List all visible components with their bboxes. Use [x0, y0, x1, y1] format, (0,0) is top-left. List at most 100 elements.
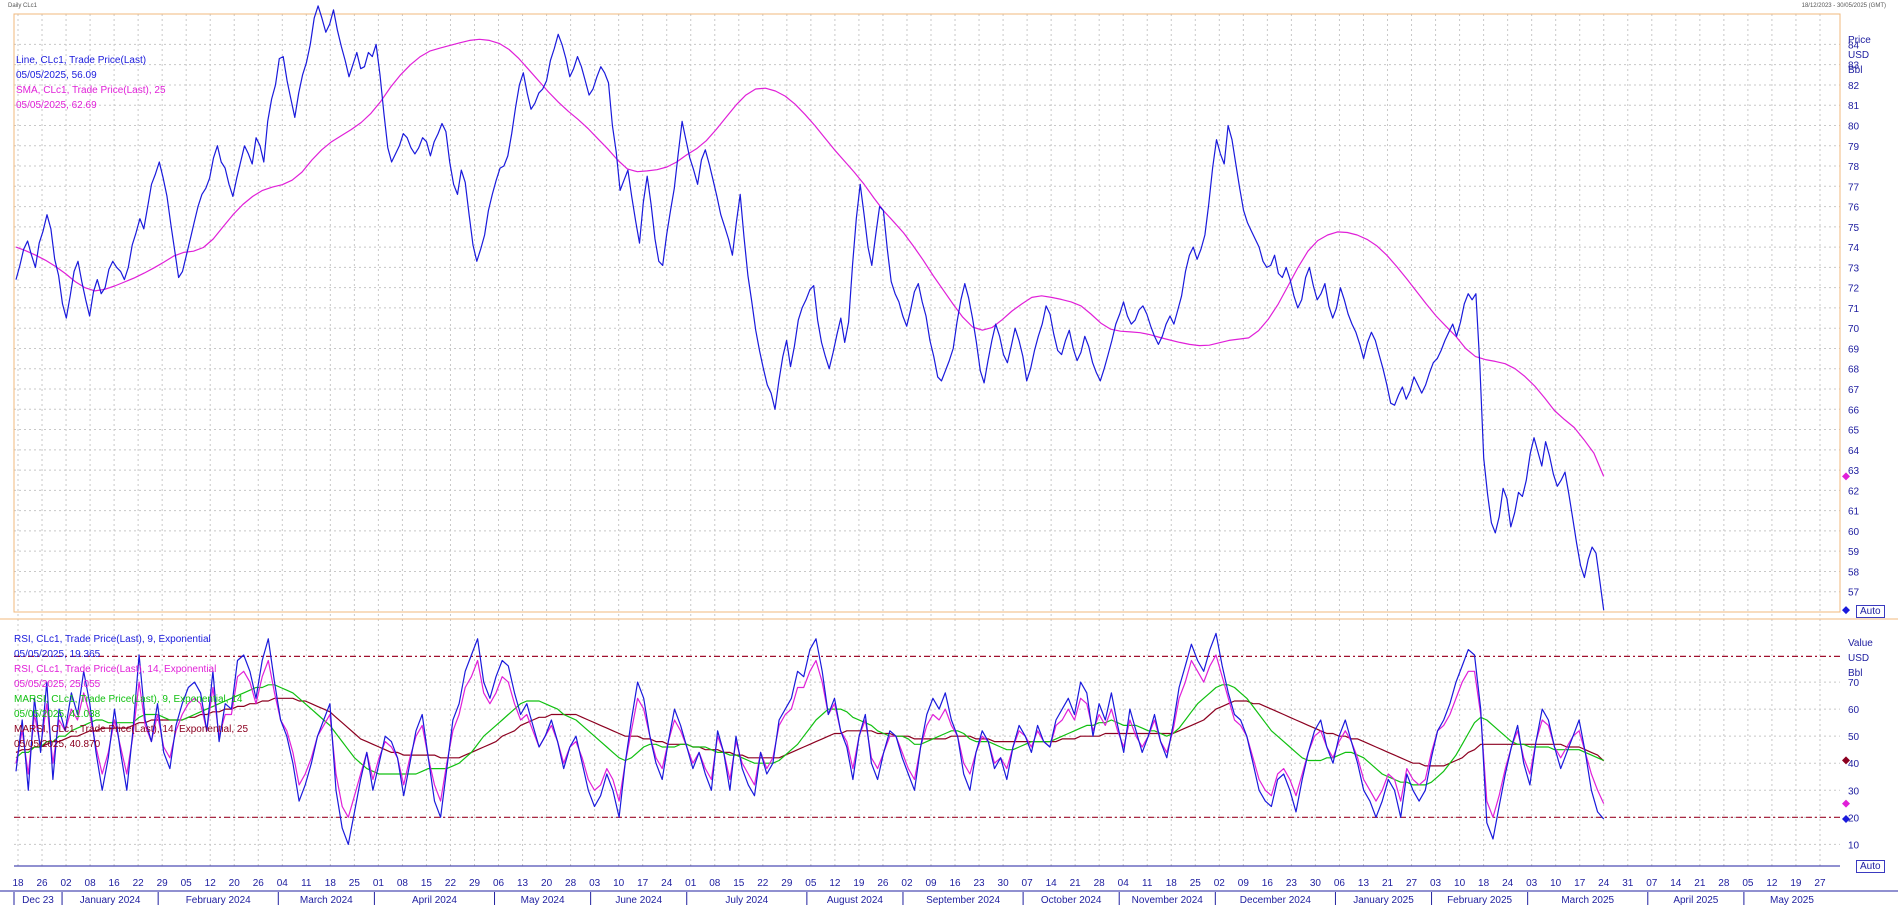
rsi-tick-label: 30 [1848, 786, 1860, 797]
x-tick-label: 06 [493, 878, 505, 889]
rsi-auto-scale-button[interactable]: Auto [1856, 860, 1885, 873]
price-tick-label: 76 [1848, 203, 1860, 214]
x-tick-label: 07 [1022, 878, 1034, 889]
price-tick-label: 79 [1848, 142, 1860, 153]
x-tick-label: 19 [853, 878, 865, 889]
month-label: February 2024 [186, 895, 251, 906]
x-tick-label: 22 [133, 878, 145, 889]
price-axis-title: Bbl [1848, 65, 1862, 76]
month-label: June 2024 [615, 895, 662, 906]
x-tick-label: 21 [1070, 878, 1082, 889]
month-label: September 2024 [926, 895, 1000, 906]
x-tick-label: 02 [1214, 878, 1226, 889]
x-tick-label: 18 [1166, 878, 1178, 889]
x-tick-label: 13 [1358, 878, 1370, 889]
x-tick-label: 17 [637, 878, 649, 889]
x-tick-label: 01 [373, 878, 385, 889]
price-tick-label: 82 [1848, 81, 1860, 92]
x-tick-label: 16 [1262, 878, 1274, 889]
x-tick-label: 18 [325, 878, 337, 889]
rsi-tick-label: 70 [1848, 678, 1860, 689]
x-tick-label: 02 [901, 878, 913, 889]
price-tick-label: 77 [1848, 182, 1860, 193]
x-tick-label: 12 [829, 878, 841, 889]
x-tick-label: 28 [1718, 878, 1730, 889]
x-tick-label: 11 [1142, 878, 1153, 889]
chart-canvas[interactable]: 57 58 59 60 61 62 63 64 65 66 67 68 69 70 71 72 73 74 75 76… [0, 0, 1898, 909]
month-label: April 2025 [1673, 895, 1718, 906]
rsi-tick-label: 60 [1848, 705, 1860, 716]
rsi-legend-name: MARSI, CLc1, Trade Price(Last), 14, Expo… [14, 724, 248, 735]
price-tick-label: 78 [1848, 162, 1860, 173]
month-label: February 2025 [1447, 895, 1512, 906]
price-tick-label: 58 [1848, 567, 1860, 578]
x-tick-label: 29 [781, 878, 793, 889]
x-tick-label: 04 [1118, 878, 1130, 889]
rsi-legend-value: 05/05/2025, 25.055 [14, 679, 101, 690]
x-tick-label: 17 [1574, 878, 1586, 889]
price-tick-label: 73 [1848, 263, 1860, 274]
x-tick-label: 22 [757, 878, 769, 889]
price-legend: Line, CLc1, Trade Price(Last) 05/05/2025,… [16, 53, 166, 113]
rsi9-line [15, 632, 1605, 846]
price-tick-label: 80 [1848, 121, 1860, 132]
x-tick-label: 05 [1742, 878, 1754, 889]
month-label: May 2024 [521, 895, 565, 906]
x-tick-label: 16 [949, 878, 961, 889]
x-tick-label: 28 [565, 878, 577, 889]
x-tick-label: 24 [661, 878, 673, 889]
price-tick-label: 64 [1848, 446, 1860, 457]
x-tick-label: 02 [60, 878, 72, 889]
rsi-legend-value: 05/05/2025, 41.038 [14, 709, 101, 720]
x-tick-label: 14 [1670, 878, 1682, 889]
month-label: August 2024 [827, 895, 884, 906]
month-label: Dec 23 [22, 895, 54, 906]
x-tick-label: 09 [1238, 878, 1250, 889]
rsi-axis-title: Value [1848, 638, 1873, 649]
rsi-axis-title: Bbl [1848, 668, 1862, 679]
x-tick-label: 03 [1526, 878, 1538, 889]
price-auto-scale-button[interactable]: Auto [1856, 605, 1885, 618]
month-label: May 2025 [1770, 895, 1814, 906]
price-tick-label: 71 [1848, 304, 1860, 315]
price-axis-title: USD [1848, 50, 1869, 61]
x-tick-label: 10 [1550, 878, 1562, 889]
price-tick-label: 69 [1848, 344, 1860, 355]
x-tick-label: 30 [998, 878, 1010, 889]
x-tick-label: 26 [877, 878, 889, 889]
month-label: April 2024 [412, 895, 457, 906]
price-tick-label: 63 [1848, 466, 1860, 477]
x-tick-label: 08 [85, 878, 97, 889]
x-tick-label: 10 [613, 878, 625, 889]
x-tick-label: 31 [1622, 878, 1634, 889]
x-tick-label: 08 [397, 878, 409, 889]
x-tick-label: 09 [925, 878, 937, 889]
rsi-legend-value: 05/05/2025, 19.365 [14, 649, 101, 660]
price-panel-frame [13, 13, 1841, 613]
x-tick-label: 21 [1694, 878, 1706, 889]
price-tick-label: 68 [1848, 365, 1860, 376]
price-tick-label: 61 [1848, 507, 1860, 518]
rsi14-last-value-marker [1842, 799, 1850, 808]
price-tick-label: 59 [1848, 547, 1860, 558]
x-tick-label: 28 [1094, 878, 1106, 889]
x-tick-label: 04 [277, 878, 289, 889]
x-tick-label: 22 [445, 878, 457, 889]
rsi-tick-label: 40 [1848, 759, 1860, 770]
x-tick-label: 27 [1406, 878, 1418, 889]
rsi-legend-name: MARSI, CLc1, Trade Price(Last), 9, Expon… [14, 694, 243, 705]
x-tick-label: 26 [253, 878, 265, 889]
x-tick-label: 13 [517, 878, 529, 889]
x-tick-label: 24 [1598, 878, 1610, 889]
price-tick-label: 74 [1848, 243, 1860, 254]
x-tick-label: 12 [205, 878, 217, 889]
x-tick-label: 03 [1430, 878, 1442, 889]
x-tick-label: 29 [469, 878, 481, 889]
x-tick-label: 05 [805, 878, 817, 889]
price-tick-label: 66 [1848, 405, 1860, 416]
x-tick-label: 06 [1334, 878, 1346, 889]
marsi9-line [15, 684, 1604, 786]
x-tick-label: 24 [1502, 878, 1514, 889]
x-tick-label: 21 [1382, 878, 1394, 889]
x-tick-label: 03 [589, 878, 601, 889]
